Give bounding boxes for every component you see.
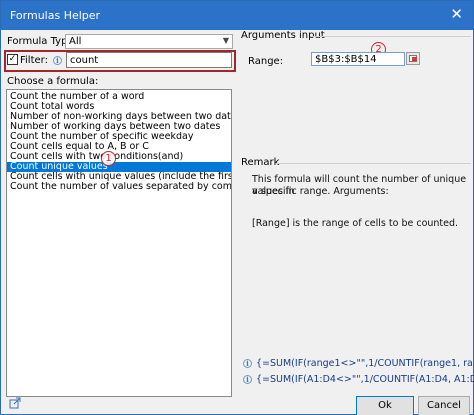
cancel-button[interactable]: Cancel: [418, 396, 470, 415]
filter-input-value: count: [70, 55, 99, 66]
formula-example-2: {=SUM(IF(A1:D4<>"",1/COUNTIF(A1:D4, A1:D…: [256, 374, 474, 385]
group-divider: [311, 36, 471, 37]
filter-input[interactable]: count: [66, 52, 232, 68]
list-item[interactable]: Count total words: [7, 102, 231, 112]
filter-checkbox[interactable]: ✓: [7, 54, 18, 65]
ok-button[interactable]: Ok: [356, 396, 414, 415]
range-input[interactable]: $B$3:$B$14: [311, 52, 405, 66]
info-icon: i: [243, 359, 252, 368]
list-item[interactable]: Count cells equal to A, B or C: [7, 142, 231, 152]
formula-type-select[interactable]: All ▼: [65, 34, 233, 49]
window-title: Formulas Helper: [10, 9, 101, 22]
remark-header: Remark: [241, 157, 280, 168]
range-select-icon-marker: [412, 57, 417, 61]
list-item[interactable]: Number of non-working days between two d…: [7, 112, 231, 122]
choose-formula-label: Choose a formula:: [7, 76, 99, 87]
remark-line-3: [Range] is the range of cells to be coun…: [252, 218, 459, 229]
formula-type-value: All: [69, 36, 82, 47]
close-icon[interactable]: ✕: [450, 6, 463, 22]
info-icon: i: [243, 375, 252, 384]
range-select-button[interactable]: [406, 52, 420, 65]
list-item-selected[interactable]: Count unique values: [7, 162, 231, 172]
range-label: Range:: [248, 56, 284, 67]
list-item[interactable]: Count the number of values separated by …: [7, 182, 231, 192]
callout-badge-1: 1: [101, 151, 116, 166]
share-icon[interactable]: [9, 397, 21, 409]
filter-label: Filter:: [20, 55, 48, 66]
formula-listbox[interactable]: Count the number of a word Count total w…: [6, 89, 232, 397]
list-item[interactable]: Count the number of specific weekday: [7, 132, 231, 142]
remark-line-2: a specific range. Arguments:: [252, 186, 389, 197]
formulas-helper-window: Formulas Helper ✕ Formula Type: All ▼ ✓ …: [0, 0, 474, 415]
info-icon: i: [53, 56, 62, 65]
list-item[interactable]: Count cells with unique values (include …: [7, 172, 231, 182]
chevron-down-icon: ▼: [222, 36, 229, 45]
title-bar: Formulas Helper ✕: [1, 1, 473, 30]
group-divider: [276, 163, 471, 164]
list-item[interactable]: Number of working days between two dates: [7, 122, 231, 132]
list-item[interactable]: Count cells with two conditions(and): [7, 152, 231, 162]
list-item[interactable]: Count the number of a word: [7, 92, 231, 102]
range-input-value: $B$3:$B$14: [315, 54, 377, 65]
formula-example-1: {=SUM(IF(range1<>"",1/COUNTIF(range1, ra…: [256, 358, 474, 369]
